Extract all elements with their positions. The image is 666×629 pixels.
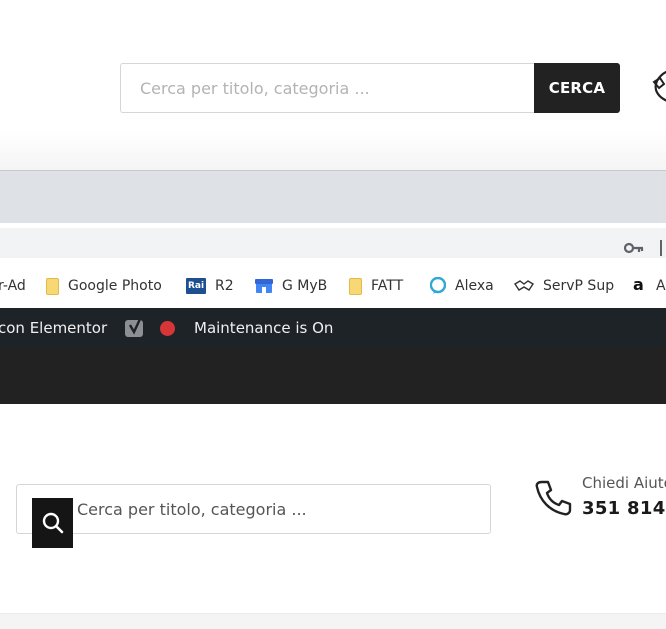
bookmark-label: r-Ad [0,278,26,294]
google-my-business-icon [255,279,273,293]
header-bottom-border [0,613,666,629]
bookmark-item[interactable]: ServP Sup [514,275,614,297]
help-label: Chiedi Aiuto [582,474,666,492]
wp-admin-bar: con Elementor Maintenance is On [0,308,666,348]
search-button-main[interactable] [32,498,73,548]
phone-icon [535,480,572,516]
extension-icon[interactable] [660,240,666,256]
folder-icon [46,277,59,295]
search-button-top[interactable]: CERCA [534,63,620,113]
handshake-icon [514,280,534,291]
yoast-seo-icon[interactable] [124,317,146,339]
bookmark-item[interactable]: FATT [349,275,403,297]
amazon-icon: a [633,275,644,294]
bookmark-item[interactable]: a A [633,275,666,297]
browser-toolbar [0,223,666,263]
browser-tab-strip [0,170,666,223]
key-icon[interactable] [624,240,644,256]
bookmark-item[interactable]: Alexa [430,275,494,297]
phone-icon [652,70,666,102]
bookmark-label: FATT [371,278,404,294]
search-input-top[interactable] [120,63,534,113]
bookmark-label: ServP Sup [543,278,615,294]
bookmark-item[interactable]: Google Photo [46,275,162,297]
bookmark-label: Google Photo [68,278,162,294]
maintenance-mode-status[interactable]: Maintenance is On [194,308,333,348]
folder-icon [349,277,362,295]
help-phone-number[interactable]: 351 814 14 [582,498,666,519]
rai-icon: Rai [186,278,206,294]
search-icon [42,512,63,534]
bookmark-item[interactable]: r-Ad [0,275,26,297]
alexa-icon [430,277,446,294]
address-bar[interactable] [0,228,666,258]
site-top-band [0,348,666,404]
site-header-top: CERCA [0,0,666,172]
maintenance-status-dot [160,321,175,336]
bookmark-label: G MyB [282,278,328,294]
bookmark-item[interactable]: G MyB [255,275,327,297]
search-input-main[interactable] [16,484,491,534]
bookmark-label: R2 [215,278,234,294]
bookmarks-bar: r-Ad Google Photo Rai R2 G MyB FATT Alex… [0,263,666,308]
bookmark-label: Alexa [455,278,494,294]
bookmark-item[interactable]: Rai R2 [186,275,234,297]
edit-with-elementor-link[interactable]: con Elementor [0,308,107,348]
bookmark-label: A [656,278,666,294]
